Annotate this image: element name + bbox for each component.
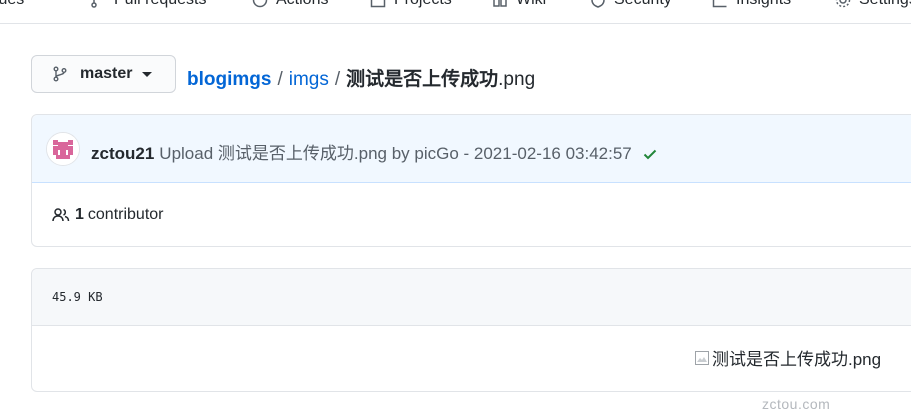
breadcrumb-separator: / [334, 69, 341, 90]
check-icon[interactable] [642, 146, 658, 167]
commit-author-link[interactable]: zctou21 [91, 144, 154, 163]
repo-nav: Issues Pull requests Actions Projects Wi… [0, 0, 911, 24]
file-viewer: 45.9 KB 测试是否上传成功.png [31, 268, 911, 392]
breadcrumb-separator: / [277, 69, 283, 90]
tab-projects[interactable]: Projects [370, 0, 452, 15]
breadcrumb: blogimgs / imgs / 测试是否上传成功.png [187, 64, 535, 91]
file-header: 45.9 KB [32, 269, 911, 326]
tab-pull-requests[interactable]: Pull requests [90, 0, 207, 15]
people-icon [52, 208, 70, 222]
chevron-down-icon [142, 71, 153, 77]
pull-request-icon [90, 0, 106, 8]
breadcrumb-filename: 测试是否上传成功 [346, 69, 499, 90]
contributor-count: 1 [75, 206, 84, 223]
branch-select-button[interactable]: master [31, 55, 176, 93]
tab-security[interactable]: Security [590, 0, 672, 15]
gear-icon [835, 0, 851, 8]
branch-label: master [80, 65, 133, 82]
shield-icon [590, 0, 606, 8]
breadcrumb-extension: .png [498, 69, 536, 90]
contributors-link[interactable]: 1 contributor [52, 206, 164, 224]
file-size: 45.9 KB [52, 290, 103, 304]
tab-wiki[interactable]: Wiki [492, 0, 546, 15]
actions-icon [252, 0, 268, 8]
contributor-label: contributor [87, 206, 164, 223]
commit-box: zctou21 Upload 测试是否上传成功.png by picGo - 20… [31, 114, 911, 247]
commit-summary: zctou21 Upload 测试是否上传成功.png by picGo - 20… [91, 139, 658, 167]
graph-icon [712, 0, 728, 8]
file-image-preview[interactable]: 测试是否上传成功.png [694, 345, 881, 370]
projects-icon [370, 0, 386, 8]
wiki-icon [492, 0, 508, 8]
tab-insights[interactable]: Insights [712, 0, 791, 15]
tab-actions[interactable]: Actions [252, 0, 328, 15]
tab-issues[interactable]: Issues [0, 0, 24, 15]
breadcrumb-folder-link[interactable]: imgs [289, 69, 329, 90]
avatar[interactable] [46, 132, 80, 166]
breadcrumb-repo-link[interactable]: blogimgs [187, 69, 271, 90]
broken-image-icon [695, 350, 709, 365]
watermark: zctou.com [762, 396, 831, 412]
tab-settings[interactable]: Settings [835, 0, 911, 15]
commit-header: zctou21 Upload 测试是否上传成功.png by picGo - 20… [32, 115, 911, 183]
git-branch-icon [53, 66, 67, 82]
image-alt-text: 测试是否上传成功.png [712, 350, 882, 369]
commit-message-link[interactable]: Upload 测试是否上传成功.png by picGo - 2021-02-1… [159, 144, 631, 163]
